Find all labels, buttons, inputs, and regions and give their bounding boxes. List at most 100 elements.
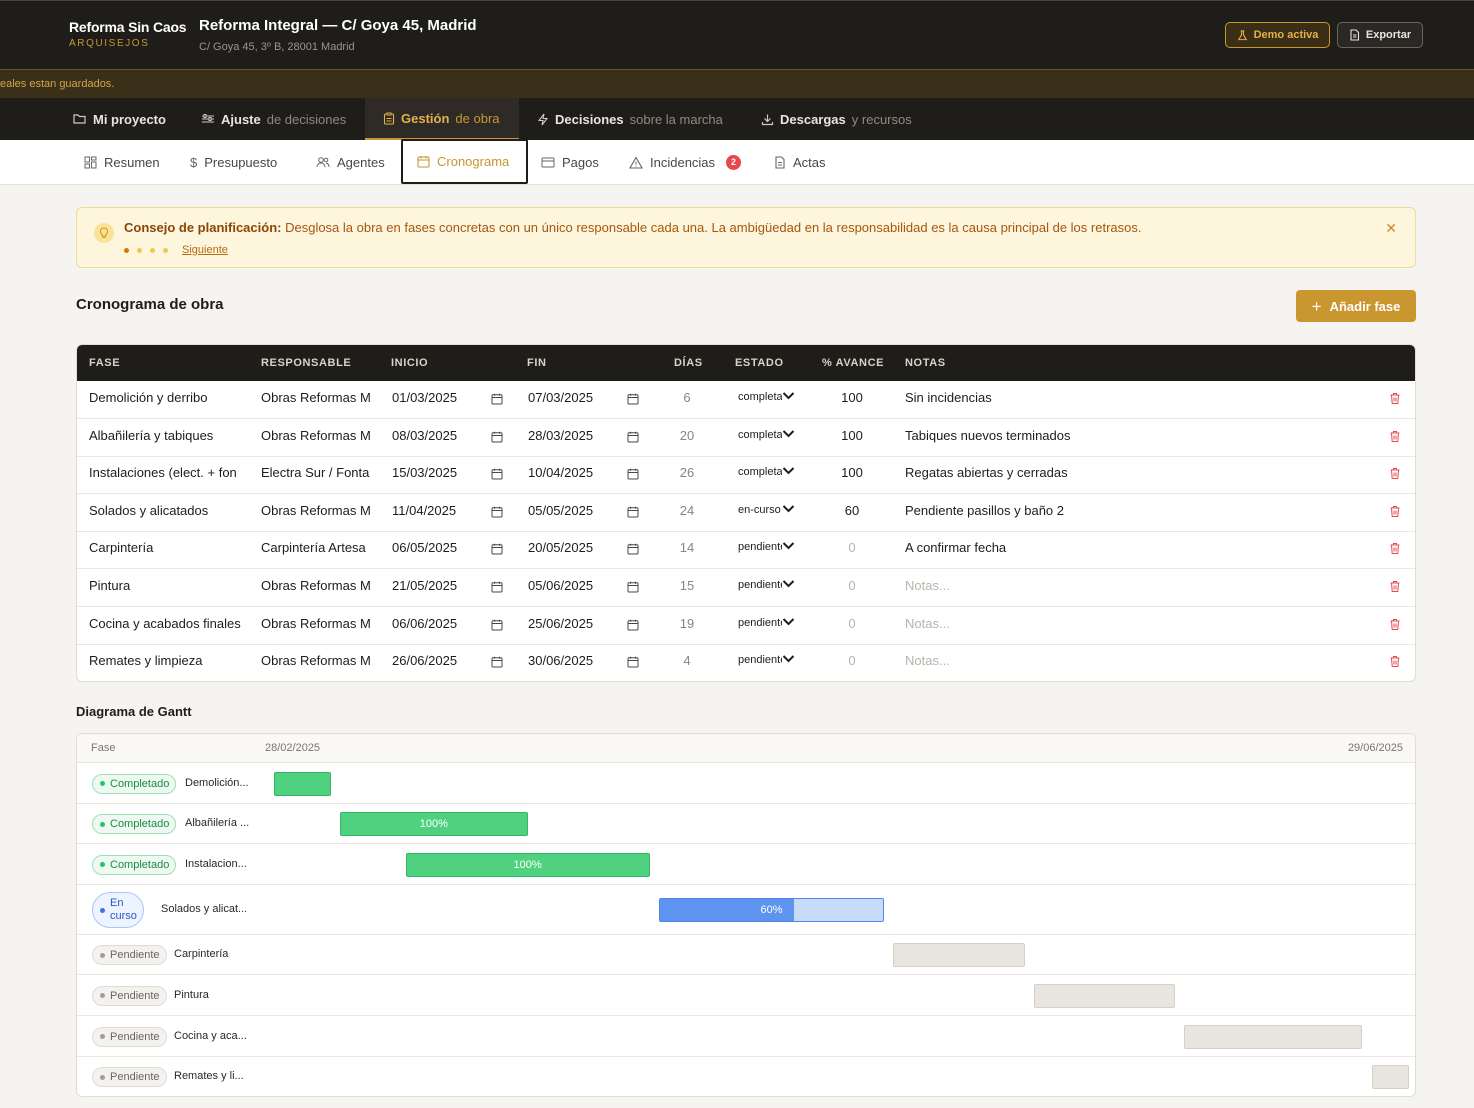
tab-cronograma[interactable]: Cronograma xyxy=(401,139,528,184)
status-select[interactable]: pendiente xyxy=(738,654,795,666)
gantt-bar[interactable]: 100% xyxy=(405,852,650,877)
notes-input[interactable]: Tabiques nuevos terminados xyxy=(905,419,1305,456)
gantt-bar[interactable] xyxy=(1371,1065,1410,1089)
calendar-icon[interactable] xyxy=(627,580,639,593)
calendar-icon[interactable] xyxy=(627,655,639,668)
notes-input[interactable]: Notas... xyxy=(905,644,1305,681)
start-date-input[interactable]: 06/06/2025 xyxy=(392,607,502,644)
responsible-input[interactable]: Electra Sur / Fonta xyxy=(261,456,370,493)
nav-gestion-obra[interactable]: Gestión de obra xyxy=(365,98,519,140)
gantt-bar[interactable]: 60% xyxy=(658,898,885,922)
brand-logo[interactable]: Reforma Sin Caos ARQUISEJOS xyxy=(69,19,187,49)
progress-input[interactable]: 60 xyxy=(822,494,882,531)
gantt-bar[interactable] xyxy=(1184,1024,1363,1049)
gantt-bar[interactable] xyxy=(274,771,331,796)
end-date-input[interactable]: 28/03/2025 xyxy=(528,419,638,456)
trash-icon[interactable] xyxy=(1389,618,1401,631)
trash-icon[interactable] xyxy=(1389,467,1401,480)
responsible-input[interactable]: Obras Reformas M xyxy=(261,419,370,456)
tip-next-link[interactable]: Siguiente xyxy=(182,244,228,256)
end-date-input[interactable]: 20/05/2025 xyxy=(528,531,638,568)
end-date-input[interactable]: 10/04/2025 xyxy=(528,456,638,493)
nav-mi-proyecto[interactable]: Mi proyecto xyxy=(63,98,176,140)
calendar-icon[interactable] xyxy=(491,467,503,480)
phase-name-input[interactable]: Albañilería y tabiques xyxy=(89,419,241,456)
tip-dot[interactable] xyxy=(150,247,155,253)
calendar-icon[interactable] xyxy=(491,580,503,593)
notes-input[interactable]: Notas... xyxy=(905,569,1305,606)
phase-name-input[interactable]: Solados y alicatados xyxy=(89,494,241,531)
start-date-input[interactable]: 21/05/2025 xyxy=(392,569,502,606)
status-select[interactable]: completado xyxy=(738,466,795,478)
phase-name-input[interactable]: Cocina y acabados finales xyxy=(89,607,241,644)
tab-pagos[interactable]: Pagos xyxy=(541,140,599,184)
notes-input[interactable]: Sin incidencias xyxy=(905,381,1305,418)
responsible-input[interactable]: Obras Reformas M xyxy=(261,494,370,531)
progress-input[interactable]: 100 xyxy=(822,456,882,493)
calendar-icon[interactable] xyxy=(491,392,503,405)
tip-dot[interactable] xyxy=(124,247,129,253)
status-select[interactable]: pendiente xyxy=(738,541,795,553)
nav-descargas-recursos[interactable]: Descargas y recursos xyxy=(751,98,922,140)
responsible-input[interactable]: Carpintería Artesa xyxy=(261,531,370,568)
start-date-input[interactable]: 15/03/2025 xyxy=(392,456,502,493)
calendar-icon[interactable] xyxy=(491,618,503,631)
tab-resumen[interactable]: Resumen xyxy=(84,140,160,184)
notes-input[interactable]: Regatas abiertas y cerradas xyxy=(905,456,1305,493)
nav-decisiones-marcha[interactable]: Decisiones sobre la marcha xyxy=(527,98,733,140)
trash-icon[interactable] xyxy=(1389,655,1401,668)
calendar-icon[interactable] xyxy=(491,505,503,518)
close-icon[interactable]: ✕ xyxy=(1385,220,1397,237)
tab-agentes[interactable]: Agentes xyxy=(316,140,385,184)
tab-presupuesto[interactable]: $ Presupuesto xyxy=(190,140,277,184)
start-date-input[interactable]: 01/03/2025 xyxy=(392,381,502,418)
responsible-input[interactable]: Obras Reformas M xyxy=(261,644,370,681)
trash-icon[interactable] xyxy=(1389,542,1401,555)
gantt-bar[interactable] xyxy=(1034,983,1175,1008)
start-date-input[interactable]: 06/05/2025 xyxy=(392,531,502,568)
end-date-input[interactable]: 25/06/2025 xyxy=(528,607,638,644)
progress-input[interactable]: 0 xyxy=(822,569,882,606)
progress-input[interactable]: 100 xyxy=(822,419,882,456)
status-select[interactable]: completado xyxy=(738,429,795,441)
calendar-icon[interactable] xyxy=(627,542,639,555)
calendar-icon[interactable] xyxy=(627,618,639,631)
notes-input[interactable]: Notas... xyxy=(905,607,1305,644)
phase-name-input[interactable]: Carpintería xyxy=(89,531,241,568)
tab-actas[interactable]: Actas xyxy=(774,140,826,184)
tip-dot[interactable] xyxy=(163,247,168,253)
calendar-icon[interactable] xyxy=(627,430,639,443)
responsible-input[interactable]: Obras Reformas M xyxy=(261,569,370,606)
start-date-input[interactable]: 11/04/2025 xyxy=(392,494,502,531)
add-phase-button[interactable]: + Añadir fase xyxy=(1296,290,1416,322)
progress-input[interactable]: 0 xyxy=(822,531,882,568)
calendar-icon[interactable] xyxy=(491,430,503,443)
tip-dot[interactable] xyxy=(137,247,142,253)
start-date-input[interactable]: 08/03/2025 xyxy=(392,419,502,456)
progress-input[interactable]: 0 xyxy=(822,607,882,644)
gantt-bar[interactable]: 100% xyxy=(340,812,528,836)
trash-icon[interactable] xyxy=(1389,392,1401,405)
nav-ajuste-decisiones[interactable]: Ajuste de decisiones xyxy=(191,98,356,140)
end-date-input[interactable]: 05/06/2025 xyxy=(528,569,638,606)
calendar-icon[interactable] xyxy=(627,467,639,480)
phase-name-input[interactable]: Remates y limpieza xyxy=(89,644,241,681)
trash-icon[interactable] xyxy=(1389,580,1401,593)
trash-icon[interactable] xyxy=(1389,505,1401,518)
trash-icon[interactable] xyxy=(1389,430,1401,443)
tab-incidencias[interactable]: Incidencias 2 xyxy=(629,140,742,184)
responsible-input[interactable]: Obras Reformas M xyxy=(261,607,370,644)
notes-input[interactable]: A confirmar fecha xyxy=(905,531,1305,568)
progress-input[interactable]: 100 xyxy=(822,381,882,418)
status-select[interactable]: pendiente xyxy=(738,579,795,591)
gantt-bar[interactable] xyxy=(893,943,1025,967)
end-date-input[interactable]: 07/03/2025 xyxy=(528,381,638,418)
status-select[interactable]: completado xyxy=(738,391,795,403)
status-select[interactable]: en-curso xyxy=(738,504,795,516)
status-select[interactable]: pendiente xyxy=(738,617,795,629)
phase-name-input[interactable]: Instalaciones (elect. + fon xyxy=(89,456,241,493)
progress-input[interactable]: 0 xyxy=(822,644,882,681)
export-button[interactable]: Exportar xyxy=(1337,22,1423,48)
calendar-icon[interactable] xyxy=(627,392,639,405)
end-date-input[interactable]: 05/05/2025 xyxy=(528,494,638,531)
